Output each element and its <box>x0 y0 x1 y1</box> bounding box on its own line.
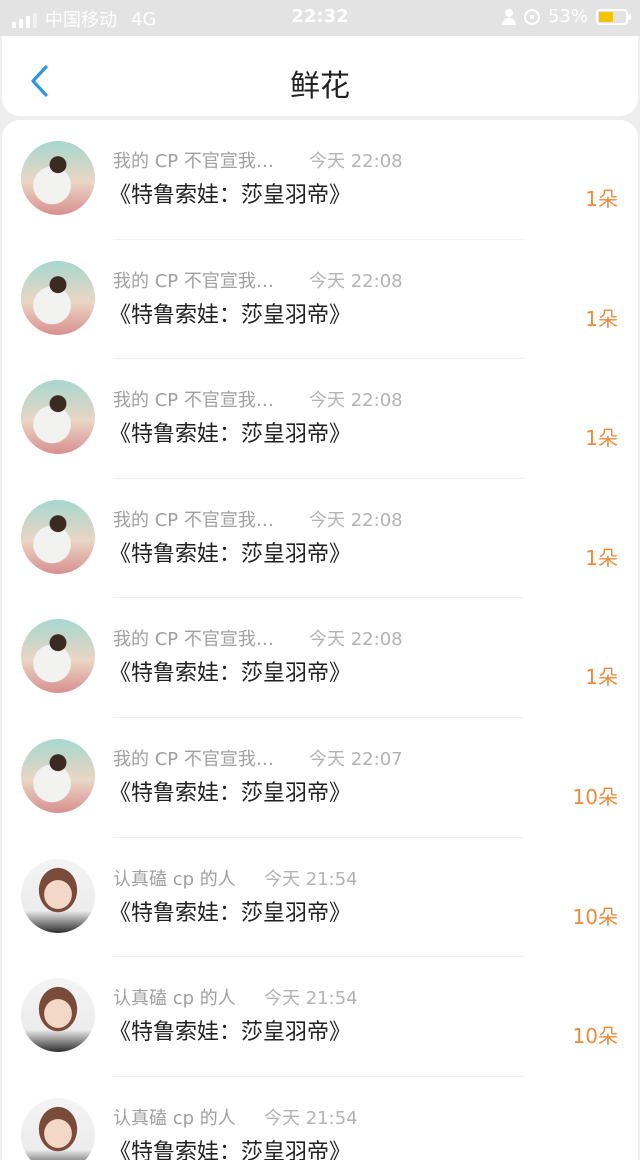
flower-count: 1朵 <box>585 665 618 690</box>
user-name[interactable]: 认真磕 cp 的人 <box>113 1104 236 1130</box>
user-name[interactable]: 我的 CP 不官宣我… <box>113 506 274 532</box>
avatar[interactable] <box>21 858 95 933</box>
timestamp: 今天 22:08 <box>309 270 403 292</box>
work-title[interactable]: 《特鲁索娃：莎皇羽帝》 <box>109 416 351 448</box>
avatar[interactable] <box>21 619 95 694</box>
timestamp: 今天 21:54 <box>264 1107 358 1129</box>
avatar[interactable] <box>21 738 95 813</box>
list-item[interactable]: 我的 CP 不官宣我… 今天 22:08 《特鲁索娃：莎皇羽帝》 1朵 <box>2 359 638 479</box>
battery-icon <box>596 8 631 25</box>
timestamp: 今天 21:54 <box>264 868 358 890</box>
nav-bar: 鲜花 <box>2 36 638 116</box>
work-title[interactable]: 《特鲁索娃：莎皇羽帝》 <box>109 177 351 209</box>
flower-list: 我的 CP 不官宣我… 今天 22:08 《特鲁索娃：莎皇羽帝》 1朵 我的 CP 不官… <box>2 120 638 1160</box>
user-name[interactable]: 认真磕 cp 的人 <box>113 984 236 1010</box>
work-title[interactable]: 《特鲁索娃：莎皇羽帝》 <box>109 655 351 687</box>
user-name[interactable]: 我的 CP 不官宣我… <box>113 625 274 651</box>
list-item[interactable]: 认真磕 cp 的人 今天 21:54 《特鲁索娃：莎皇羽帝》 <box>2 1077 638 1160</box>
list-item[interactable]: 我的 CP 不官宣我… 今天 22:07 《特鲁索娃：莎皇羽帝》 10朵 <box>2 718 638 838</box>
timestamp: 今天 22:07 <box>309 748 403 770</box>
list-item[interactable]: 我的 CP 不官宣我… 今天 22:08 《特鲁索娃：莎皇羽帝》 1朵 <box>2 240 638 360</box>
work-title[interactable]: 《特鲁索娃：莎皇羽帝》 <box>109 1014 351 1046</box>
user-name[interactable]: 我的 CP 不官宣我… <box>113 147 274 173</box>
work-title[interactable]: 《特鲁索娃：莎皇羽帝》 <box>109 775 351 807</box>
user-name[interactable]: 我的 CP 不官宣我… <box>113 267 274 293</box>
page-title: 鲜花 <box>290 69 350 104</box>
avatar[interactable] <box>21 141 95 215</box>
list-item[interactable]: 我的 CP 不官宣我… 今天 22:08 《特鲁索娃：莎皇羽帝》 1朵 <box>2 120 638 240</box>
user-name[interactable]: 我的 CP 不官宣我… <box>113 745 274 771</box>
timestamp: 今天 22:08 <box>309 629 403 651</box>
work-title[interactable]: 《特鲁索娃：莎皇羽帝》 <box>109 895 351 927</box>
flower-count: 1朵 <box>585 187 618 211</box>
flower-count: 1朵 <box>585 426 618 451</box>
list-item[interactable]: 认真磕 cp 的人 今天 21:54 《特鲁索娃：莎皇羽帝》 10朵 <box>2 838 638 958</box>
rotation-lock-icon <box>523 8 540 25</box>
flower-count: 10朵 <box>572 784 618 809</box>
person-icon <box>501 8 516 25</box>
flower-count: 10朵 <box>572 1024 618 1049</box>
avatar[interactable] <box>21 1097 95 1160</box>
timestamp: 今天 22:08 <box>309 390 403 412</box>
user-name[interactable]: 认真磕 cp 的人 <box>113 865 236 891</box>
timestamp: 今天 22:08 <box>309 509 403 531</box>
list-item[interactable]: 认真磕 cp 的人 今天 21:54 《特鲁索娃：莎皇羽帝》 10朵 <box>2 957 638 1077</box>
avatar[interactable] <box>21 499 95 574</box>
user-name[interactable]: 我的 CP 不官宣我… <box>113 386 274 412</box>
work-title[interactable]: 《特鲁索娃：莎皇羽帝》 <box>109 1134 351 1160</box>
flower-count: 10朵 <box>572 904 618 929</box>
timestamp: 今天 21:54 <box>264 988 358 1010</box>
battery-percent: 53% <box>547 6 588 27</box>
avatar[interactable] <box>21 978 95 1053</box>
status-bar: 中国移动 4G 22:32 53% <box>0 0 640 36</box>
avatar[interactable] <box>21 260 95 335</box>
flower-count: 1朵 <box>585 306 618 331</box>
list-item[interactable]: 我的 CP 不官宣我… 今天 22:08 《特鲁索娃：莎皇羽帝》 1朵 <box>2 479 638 599</box>
flower-count: 1朵 <box>585 545 618 570</box>
work-title[interactable]: 《特鲁索娃：莎皇羽帝》 <box>109 536 351 568</box>
status-right: 53% <box>501 6 631 27</box>
timestamp: 今天 22:08 <box>309 151 403 172</box>
avatar[interactable] <box>21 380 95 455</box>
work-title[interactable]: 《特鲁索娃：莎皇羽帝》 <box>109 297 351 329</box>
list-item[interactable]: 我的 CP 不官宣我… 今天 22:08 《特鲁索娃：莎皇羽帝》 1朵 <box>2 598 638 718</box>
